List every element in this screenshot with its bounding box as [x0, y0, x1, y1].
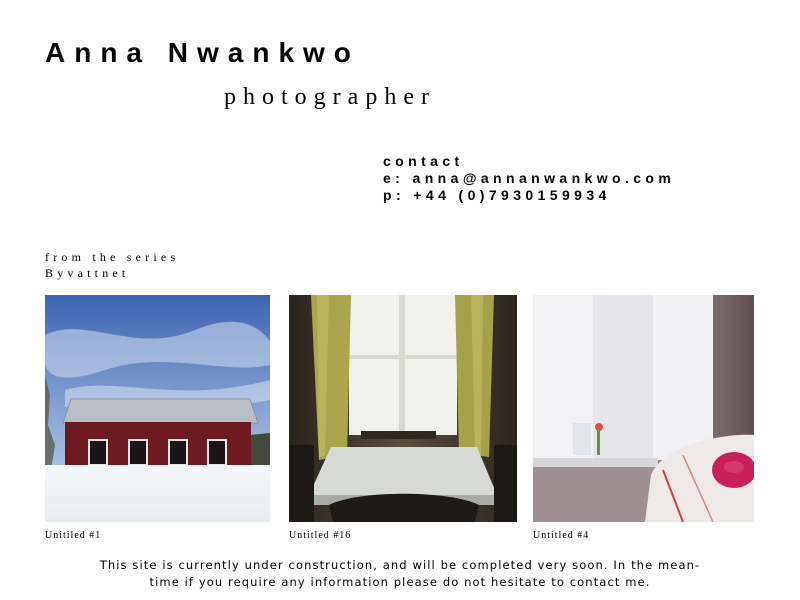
series-title: Byvattnet [45, 266, 130, 280]
series-intro: from the series [45, 250, 180, 264]
construction-notice-line-1: This site is currently under constructio… [99, 558, 701, 572]
photo-caption: Unitiled #1 [45, 530, 102, 541]
photo-caption: Untitled #16 [289, 530, 352, 541]
contact-block: contact e: anna@annanwankwo.com p: +44 (… [383, 153, 675, 204]
construction-notice: This site is currently under constructio… [30, 557, 770, 591]
photo-caption: Untitled #4 [533, 530, 590, 541]
construction-notice-line-2: time if you require any information plea… [149, 575, 651, 589]
table-by-window-photo[interactable] [289, 295, 517, 522]
photographer-name: Anna Nwankwo [45, 37, 360, 68]
contact-heading: contact [383, 153, 464, 169]
photographer-role: photographer [224, 84, 436, 110]
contact-phone: p: +44 (0)7930159934 [383, 187, 611, 203]
contact-email[interactable]: e: anna@annanwankwo.com [383, 170, 675, 187]
red-barn-in-snow-photo[interactable] [45, 295, 270, 522]
lace-curtain-window-photo[interactable] [533, 295, 754, 522]
series-info: from the series Byvattnet [45, 249, 179, 281]
